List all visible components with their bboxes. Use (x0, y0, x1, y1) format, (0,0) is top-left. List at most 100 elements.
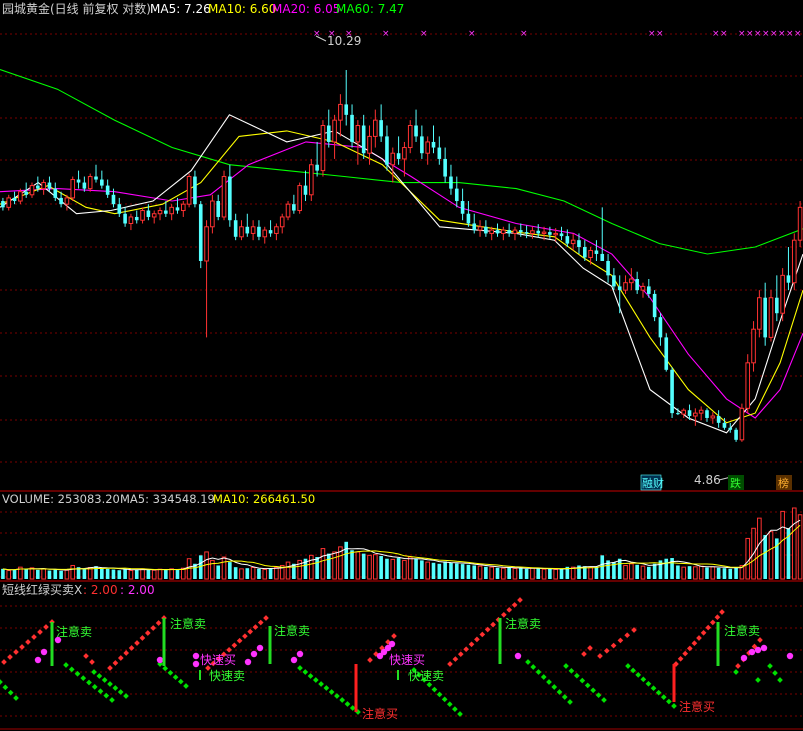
candle-body-40 (233, 220, 238, 237)
candle-body-29 (169, 206, 174, 215)
candle-body-135 (786, 275, 791, 283)
volume-bar-91 (530, 567, 535, 580)
volume-bar-80 (466, 564, 471, 579)
magenta-dot-15 (514, 652, 522, 660)
volume-bar-110 (640, 565, 646, 580)
red-rise-g-6 (700, 629, 707, 636)
top-marker-5: × (468, 29, 476, 39)
green-fall-h-1 (568, 668, 575, 674)
high-price-label: 10.29 (327, 34, 361, 48)
volume-bar-125 (728, 568, 733, 579)
red-rise-c-4 (226, 646, 232, 653)
candle-body-76 (443, 158, 447, 177)
volume-bar-28 (164, 569, 168, 579)
candle-body-88 (512, 229, 518, 234)
candle-body-63 (367, 135, 372, 154)
volume-bar-65 (379, 556, 383, 579)
green-fall-b-3 (80, 675, 87, 681)
volume-ma10-line (2, 524, 801, 571)
volume-bar-77 (449, 562, 453, 579)
red-rise-e-2 (457, 651, 464, 657)
volume-bar-24 (140, 568, 145, 580)
volume-bar-112 (652, 563, 657, 579)
candle-body-61 (355, 125, 361, 143)
signal-sell-4: 注意卖 (505, 616, 541, 631)
red-dot-b-0 (83, 653, 89, 659)
volume-bar-122 (710, 566, 716, 580)
candle-body-30 (175, 207, 180, 211)
green-fall-c-3 (107, 681, 113, 687)
volume-bar-109 (635, 564, 639, 579)
red-rise-f-0 (597, 653, 603, 659)
volume-bar-86 (501, 567, 506, 580)
candle-body-78 (454, 188, 459, 202)
badge-finance-label: 融财 (642, 476, 664, 490)
red-rise-e-8 (490, 621, 496, 628)
green-fall-b-5 (91, 684, 98, 690)
low-price-label: 4.86 (694, 473, 721, 487)
volume-bar-38 (221, 556, 227, 580)
candle-body-19 (111, 194, 116, 205)
green-fall-g-7 (561, 694, 568, 700)
top-marker-10: × (720, 29, 728, 39)
candle-body-50 (292, 204, 296, 211)
volume-bars (1, 507, 803, 580)
volume-bar-25 (146, 569, 151, 579)
green-fall-h-5 (590, 687, 596, 694)
candle-body-25 (146, 210, 151, 217)
green-fall-e-4 (318, 681, 324, 687)
volume-bar-22 (128, 570, 134, 580)
green-fall-i-7 (660, 694, 667, 700)
candle-body-122 (710, 415, 716, 419)
volume-bar-0 (1, 568, 5, 579)
volume-bar-47 (274, 567, 279, 580)
signal-fast-buy-1: 快速买 (200, 653, 236, 667)
signal-buy-1: 注意买 (362, 706, 398, 721)
volume-bar-101 (588, 566, 593, 580)
candle-body-33 (193, 176, 197, 205)
candle-body-71 (414, 125, 418, 137)
volume-bar-92 (536, 568, 541, 579)
magenta-dot-0 (34, 656, 42, 664)
candle-body-42 (245, 226, 250, 234)
candle-body-119 (693, 412, 698, 417)
volume-bar-132 (768, 531, 774, 580)
candle-body-75 (437, 147, 442, 159)
red-rise-c-6 (236, 637, 243, 644)
candle-body-106 (617, 286, 622, 291)
green-dot-j-1 (755, 677, 761, 683)
volume-bar-12 (70, 564, 76, 580)
volume-bar-137 (797, 514, 803, 580)
red-rise-h-0 (735, 663, 741, 669)
candle-body-0 (1, 201, 5, 208)
top-marker-6: × (520, 29, 528, 39)
volume-bar-14 (82, 568, 87, 579)
green-fall-g-8 (567, 699, 573, 705)
green-fall-d-2 (167, 669, 174, 676)
green-fall-b-6 (97, 688, 104, 695)
red-rise-a-6 (37, 629, 43, 635)
red-rise-b-4 (128, 645, 135, 651)
volume-bar-68 (396, 558, 401, 579)
red-rise-f-2 (610, 642, 617, 649)
volume-bar-64 (373, 554, 378, 580)
legend-ma60: MA60: 7.47 (336, 2, 404, 16)
volume-bar-73 (425, 561, 430, 580)
candle-body-82 (477, 226, 483, 231)
red-rise-a-2 (13, 649, 19, 655)
volume-bar-136 (791, 507, 797, 580)
top-marker-7: × (648, 29, 656, 39)
red-rise-b-7 (144, 630, 151, 636)
candle-body-94 (548, 232, 552, 235)
candle-body-112 (652, 293, 657, 318)
magenta-dot-5 (192, 660, 200, 668)
green-fall-b-1 (68, 666, 75, 673)
candle-body-105 (612, 275, 616, 287)
green-fall-c-6 (123, 693, 129, 699)
candle-body-23 (134, 216, 139, 221)
candle-body-99 (577, 240, 581, 248)
red-rise-b-6 (139, 635, 146, 641)
signal-buy-2: 注意买 (679, 699, 715, 714)
red-rise-g-4 (691, 640, 698, 647)
candle-body-34 (198, 204, 203, 261)
